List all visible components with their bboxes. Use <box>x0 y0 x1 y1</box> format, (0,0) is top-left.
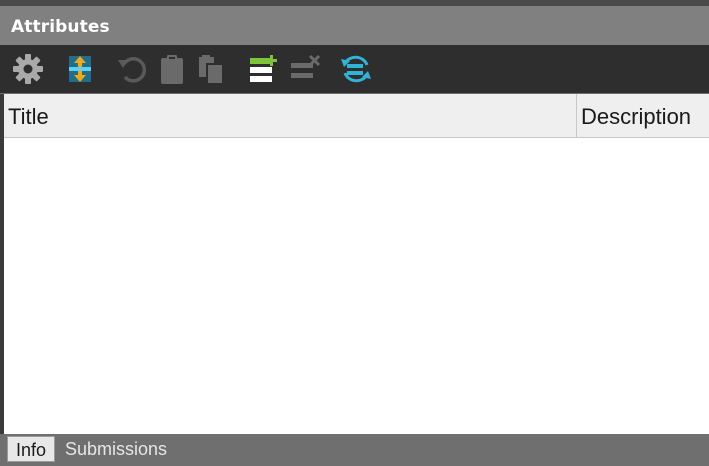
settings-button[interactable] <box>11 52 45 86</box>
refresh-button[interactable] <box>339 52 373 86</box>
tab-info[interactable]: Info <box>7 436 55 462</box>
panel-titlebar[interactable]: Attributes <box>0 6 709 45</box>
tab-submissions[interactable]: Submissions <box>60 436 180 462</box>
column-header-title[interactable]: Title <box>4 94 576 137</box>
up-down-arrows-icon <box>69 56 91 82</box>
grid-header: Title Description <box>4 94 709 138</box>
undo-icon <box>118 57 147 83</box>
undo-button[interactable] <box>115 52 149 86</box>
paste-button[interactable] <box>155 52 189 86</box>
attributes-grid: Title Description <box>4 94 709 434</box>
column-header-description[interactable]: Description <box>576 94 709 137</box>
move-up-down-button[interactable] <box>63 52 97 86</box>
clipboard-icon <box>161 55 183 84</box>
toolbar <box>0 45 709 93</box>
add-row-icon <box>250 55 277 82</box>
grid-body[interactable] <box>4 138 709 434</box>
copy-button[interactable] <box>195 52 229 86</box>
attributes-panel: Attributes Title Description Info Submis… <box>0 0 709 466</box>
tab-bar: Info Submissions <box>0 434 709 466</box>
copy-pages-icon <box>199 55 224 85</box>
panel-title: Attributes <box>11 17 110 37</box>
gear-icon <box>13 54 43 84</box>
remove-row-icon <box>291 54 321 78</box>
add-attribute-button[interactable] <box>246 52 280 86</box>
remove-attribute-button[interactable] <box>288 52 322 86</box>
refresh-cycle-icon <box>341 55 371 83</box>
